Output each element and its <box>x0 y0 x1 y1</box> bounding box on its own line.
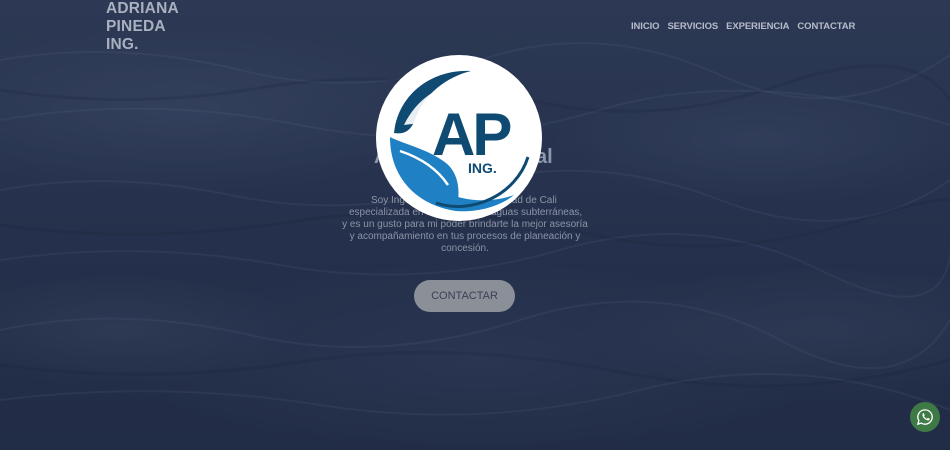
hero-text-line4: y acompañamiento en tus procesos de plan… <box>349 231 581 242</box>
logo-suffix: ING. <box>468 160 497 176</box>
brand-line-1: ADRIANA <box>106 0 179 17</box>
contact-button[interactable]: CONTACTAR <box>414 280 515 312</box>
hero-text-line2-right: aguas subterráneas, <box>491 207 583 218</box>
nav-servicios[interactable]: SERVICIOS <box>667 21 718 32</box>
ap-logo: AP ING. <box>376 55 542 221</box>
brand-line-3: ING. <box>106 36 139 53</box>
ap-logo-graphic: AP ING. <box>390 70 530 212</box>
landing-page: ADRIANA PINEDA ING. INICIO SERVICIOS EXP… <box>0 0 950 450</box>
main-nav: INICIO SERVICIOS EXPERIENCIA CONTACTAR <box>631 21 855 32</box>
hero-text-line5: concesión. <box>441 243 489 254</box>
whatsapp-button[interactable] <box>910 402 940 432</box>
brand-name[interactable]: ADRIANA PINEDA ING. <box>106 0 179 54</box>
nav-contactar[interactable]: CONTACTAR <box>797 21 855 32</box>
whatsapp-icon <box>916 409 933 426</box>
hero-text-line2-left: especializada en <box>349 207 424 218</box>
hero-text-line3: y es un gusto para mi poder brindarte la… <box>342 219 588 230</box>
nav-experiencia[interactable]: EXPERIENCIA <box>726 21 789 32</box>
nav-inicio[interactable]: INICIO <box>631 21 660 32</box>
brand-line-2: PINEDA <box>106 18 166 35</box>
logo-initials: AP <box>432 101 510 168</box>
